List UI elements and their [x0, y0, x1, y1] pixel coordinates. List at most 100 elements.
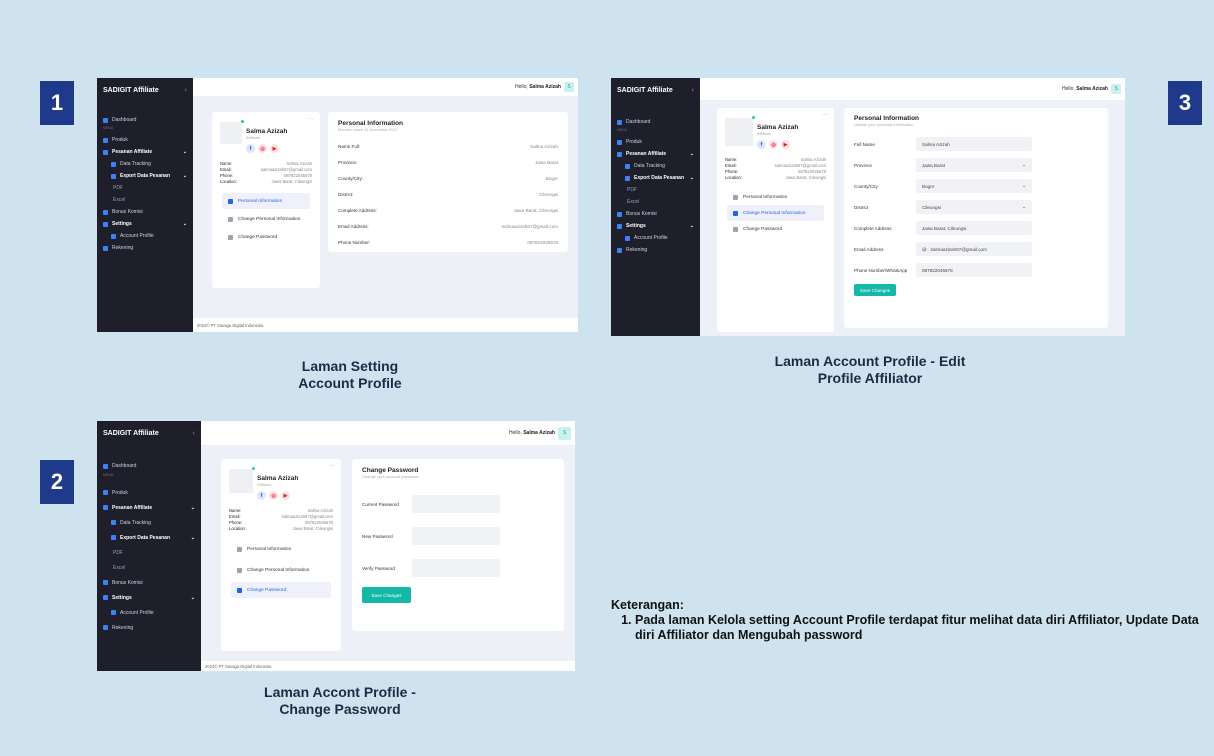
facebook-icon[interactable]: f — [757, 140, 766, 149]
option-change-personal[interactable]: Change Personal Information — [222, 209, 310, 229]
caption-line: Laman Account Profile - Edit — [774, 353, 966, 369]
sidebar-item-settings[interactable]: Settings ⌄ — [611, 220, 700, 232]
sidebar-item-account[interactable]: Account Profile — [611, 232, 700, 244]
settings-icon — [617, 223, 622, 229]
option-personal-information[interactable]: Personal Information — [231, 540, 331, 558]
option-personal-information[interactable]: Personal Information — [727, 189, 824, 205]
chevron-down-icon: ⌄ — [1022, 162, 1026, 167]
sidebar-item-dashboard[interactable]: Dashboard — [97, 114, 193, 126]
settings-icon — [103, 221, 108, 227]
verify-password-input[interactable] — [412, 559, 500, 577]
collapse-icon[interactable]: ‹ — [185, 87, 187, 94]
city-select[interactable]: Bogor ⌄ — [916, 179, 1032, 193]
sidebar-item-rekening[interactable]: Rekening — [97, 242, 193, 254]
option-change-password[interactable]: Change Password — [222, 229, 310, 245]
more-icon[interactable]: ··· — [822, 112, 828, 118]
sidebar-item-bonus[interactable]: Bonus Komisi — [97, 206, 193, 218]
save-changes-button[interactable]: Save Changes — [362, 587, 411, 603]
sidebar: SADIGIT Affiliate ‹ Dashboard MENU Produk… — [97, 421, 201, 671]
sidebar-item-produk[interactable]: Produk — [97, 485, 201, 500]
avatar[interactable]: S — [1111, 84, 1121, 94]
chevron-down-icon: ⌄ — [190, 504, 195, 511]
option-change-password[interactable]: Change Password — [727, 221, 824, 237]
card-title: Personal Information — [854, 115, 920, 122]
sidebar-item-label: Data Tracking — [634, 163, 665, 169]
instagram-icon[interactable]: ◎ — [269, 491, 278, 500]
full-name-input[interactable]: Salma Azizah — [916, 137, 1032, 151]
sidebar-item-excel[interactable]: Excel — [611, 196, 700, 208]
facebook-icon[interactable]: f — [257, 491, 266, 500]
option-change-personal[interactable]: Change Personal Information — [231, 558, 331, 582]
info-label: District: — [338, 191, 354, 197]
sidebar-item-pesanan[interactable]: Pesanan Affiliate ⌄ — [97, 146, 193, 158]
province-select[interactable]: Jawa Barat ⌄ — [916, 158, 1032, 172]
sidebar-item-excel[interactable]: Excel — [97, 560, 201, 575]
new-password-input[interactable] — [412, 527, 500, 545]
export-icon — [111, 173, 116, 179]
sidebar-item-produk[interactable]: Produk — [611, 136, 700, 148]
sidebar-item-pdf[interactable]: PDF — [611, 184, 700, 196]
sidebar-item-account[interactable]: Account Profile — [97, 605, 201, 620]
greeting-text: Hello, — [515, 84, 528, 90]
chevron-down-icon: ⌄ — [190, 534, 195, 541]
address-label: Complete Address — [854, 225, 892, 231]
current-password-input[interactable] — [412, 495, 500, 513]
sidebar-item-dashboard[interactable]: Dashboard — [611, 116, 700, 128]
instagram-icon[interactable]: ◎ — [769, 140, 778, 149]
sidebar-item-dashboard[interactable]: Dashboard — [97, 459, 201, 473]
youtube-icon[interactable]: ▶ — [270, 144, 279, 153]
profile-name: Salma Azizah — [757, 124, 799, 131]
sidebar-item-tracking[interactable]: Data Tracking — [97, 515, 201, 530]
more-icon[interactable]: ··· — [329, 463, 335, 469]
sidebar-item-rekening[interactable]: Rekening — [97, 620, 201, 635]
collapse-icon[interactable]: ‹ — [692, 87, 694, 94]
sidebar-item-account[interactable]: Account Profile — [97, 230, 193, 242]
sidebar-item-produk[interactable]: Produk — [97, 134, 193, 146]
district-select[interactable]: Cileungsi ⌄ — [916, 200, 1032, 214]
sidebar-item-settings[interactable]: Settings ⌄ — [97, 590, 201, 605]
menu-label: MENU — [617, 128, 628, 132]
sidebar-item-export[interactable]: Export Data Pesanan ⌄ — [611, 172, 700, 184]
address-input[interactable]: Jawa Barat, Cileungsi — [916, 221, 1032, 235]
avatar[interactable]: S — [558, 426, 571, 440]
option-label: Personal Information — [238, 198, 283, 204]
option-change-password[interactable]: Change Password — [231, 582, 331, 598]
sidebar-item-bonus[interactable]: Bonus Komisi — [97, 575, 201, 590]
sidebar-item-export[interactable]: Export Data Pesanan ⌄ — [97, 170, 193, 182]
sidebar-item-pesanan[interactable]: Pesanan Affiliate ⌄ — [97, 500, 201, 515]
youtube-icon[interactable]: ▶ — [281, 491, 290, 500]
more-icon[interactable]: ··· — [308, 116, 314, 122]
box-icon — [617, 139, 622, 145]
instagram-icon[interactable]: ◎ — [258, 144, 267, 153]
email-input[interactable]: @ salmaazizah67@gmail.com — [916, 242, 1032, 256]
option-change-personal[interactable]: Change Personal Information — [727, 205, 824, 221]
phone-input[interactable]: 087822045678 — [916, 263, 1032, 277]
sidebar-item-label: Account Profile — [120, 609, 154, 616]
sidebar-item-settings[interactable]: Settings ⌄ — [97, 218, 193, 230]
chevron-down-icon: ⌄ — [182, 221, 187, 227]
sidebar-item-pdf[interactable]: PDF — [97, 545, 201, 560]
sidebar-item-pesanan[interactable]: Pesanan Affiliate ⌄ — [611, 148, 700, 160]
user-icon — [237, 546, 242, 552]
avatar[interactable]: S — [564, 82, 574, 92]
facebook-icon[interactable]: f — [246, 144, 255, 153]
sidebar-item-excel[interactable]: Excel — [97, 194, 193, 206]
chevron-down-icon: ⌄ — [182, 173, 187, 179]
sidebar-item-label: PDF — [113, 185, 123, 191]
option-personal-information[interactable]: Personal Information — [222, 193, 310, 209]
collapse-icon[interactable]: ‹ — [193, 430, 195, 437]
sidebar-item-pdf[interactable]: PDF — [97, 182, 193, 194]
footer: 2024© PT Savaga Digital Indonesia — [193, 318, 578, 332]
youtube-icon[interactable]: ▶ — [781, 140, 790, 149]
sidebar-item-label: Rekening — [626, 247, 648, 253]
sidebar-item-bonus[interactable]: Bonus Komisi — [611, 208, 700, 220]
sidebar-item-label: PDF — [627, 187, 637, 193]
sidebar-item-tracking[interactable]: Data Tracking — [611, 160, 700, 172]
footer-text: 2024© PT Savaga Digital Indonesia — [197, 322, 264, 328]
sidebar-item-label: Export Data Pesanan — [120, 534, 171, 541]
sidebar-item-export[interactable]: Export Data Pesanan ⌄ — [97, 530, 201, 545]
value-location: Jawa Barat, Cileungsi — [292, 526, 334, 531]
save-changes-button[interactable]: Save Changes — [854, 284, 896, 296]
sidebar-item-tracking[interactable]: Data Tracking — [97, 158, 193, 170]
sidebar-item-rekening[interactable]: Rekening — [611, 244, 700, 256]
